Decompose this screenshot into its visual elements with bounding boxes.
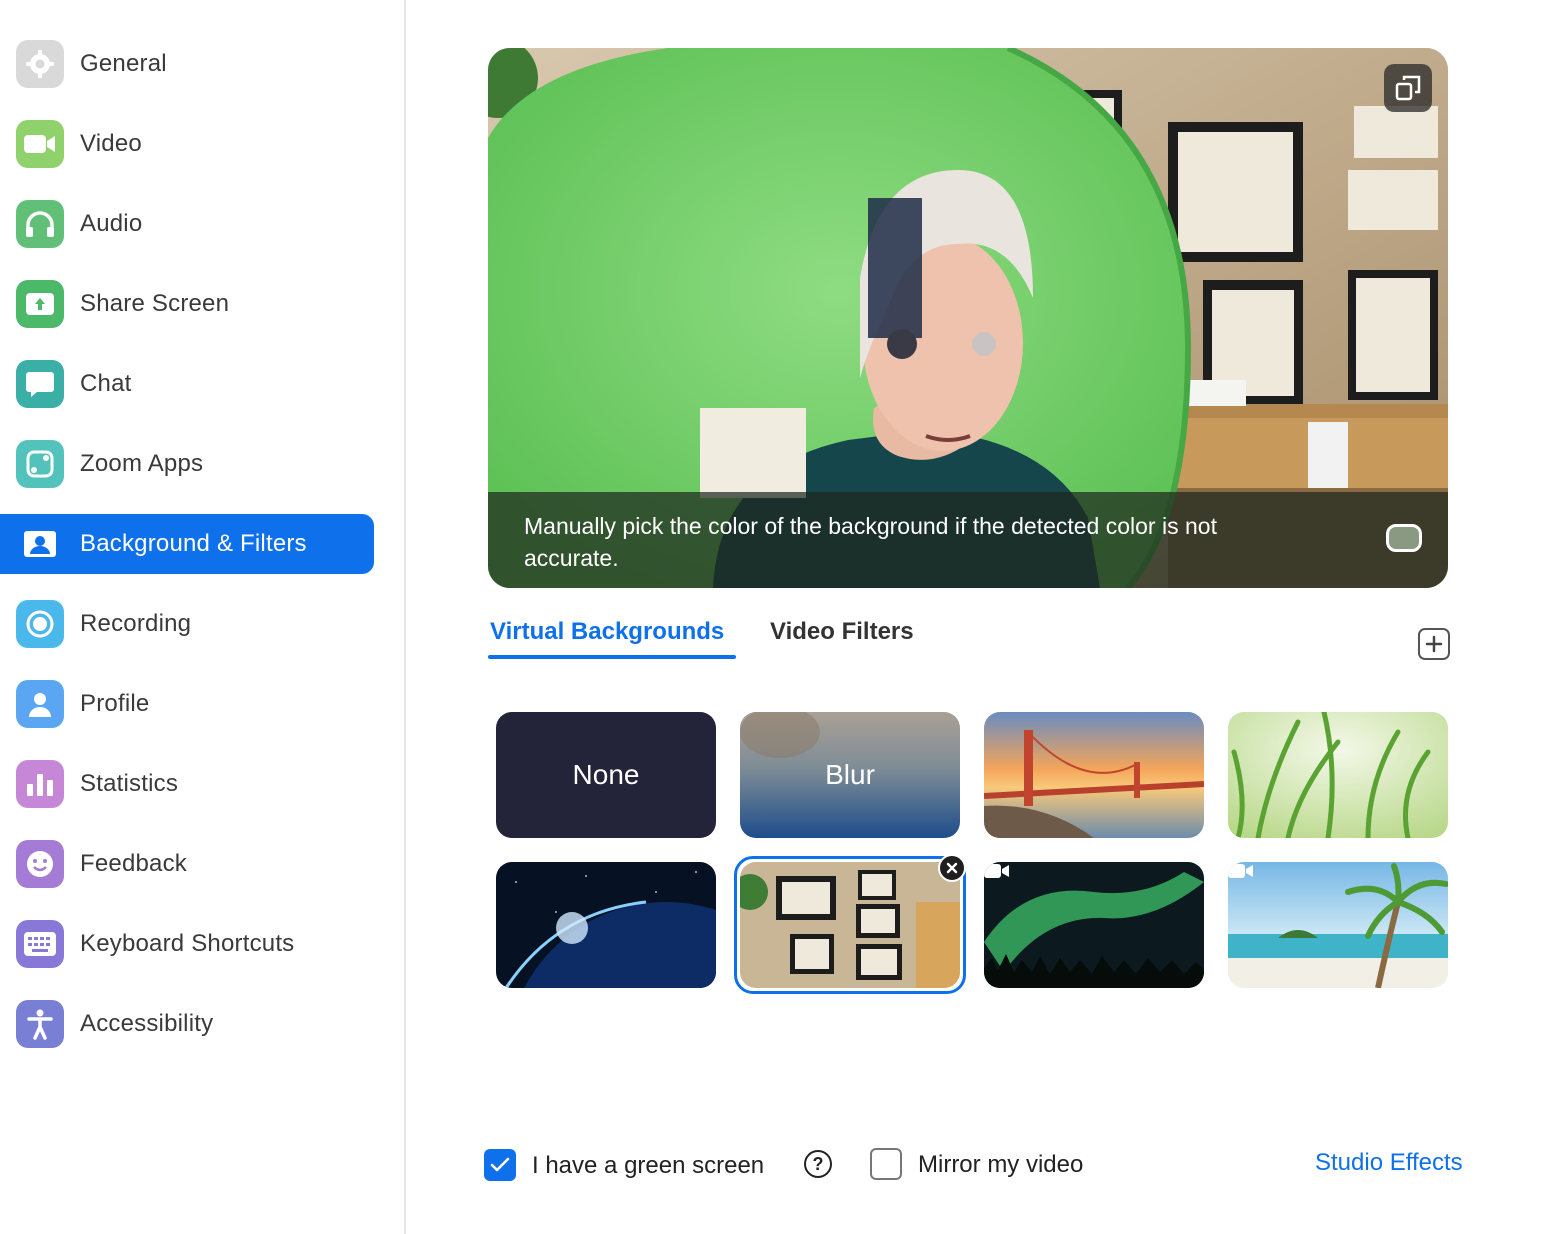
mirror-video-label[interactable]: Mirror my video bbox=[918, 1151, 1083, 1179]
sidebar-item-background-filters[interactable]: Background & Filters bbox=[0, 514, 374, 574]
bar-chart-icon bbox=[16, 760, 64, 808]
background-golden-gate[interactable] bbox=[984, 712, 1204, 838]
mirror-video-checkbox[interactable] bbox=[870, 1148, 902, 1180]
sidebar-item-feedback[interactable]: Feedback bbox=[0, 834, 374, 894]
sidebar-item-audio[interactable]: Audio bbox=[0, 194, 374, 254]
person-card-icon bbox=[16, 520, 64, 568]
question-icon[interactable]: ? bbox=[804, 1150, 832, 1178]
tab-video-filters[interactable]: Video Filters bbox=[770, 618, 914, 646]
close-icon bbox=[946, 862, 958, 874]
beach-thumbnail-image bbox=[1228, 862, 1448, 988]
keyboard-icon bbox=[16, 920, 64, 968]
color-hint-text: Manually pick the color of the backgroun… bbox=[524, 513, 1217, 571]
sidebar-item-general[interactable]: General bbox=[0, 34, 374, 94]
sidebar-item-keyboard-shortcuts[interactable]: Keyboard Shortcuts bbox=[0, 914, 374, 974]
sidebar-item-label: Share Screen bbox=[80, 290, 230, 317]
pop-out-icon[interactable] bbox=[1384, 64, 1432, 112]
sidebar-item-video[interactable]: Video bbox=[0, 114, 374, 174]
color-hint-bar: Manually pick the color of the backgroun… bbox=[488, 492, 1448, 588]
sidebar-item-label: Accessibility bbox=[80, 1010, 214, 1037]
sidebar-item-profile[interactable]: Profile bbox=[0, 674, 374, 734]
video-camera-icon bbox=[16, 120, 64, 168]
profile-icon bbox=[16, 680, 64, 728]
active-tab-indicator bbox=[488, 655, 736, 659]
apps-icon bbox=[16, 440, 64, 488]
sidebar-item-label: Feedback bbox=[80, 850, 187, 877]
sidebar-item-recording[interactable]: Recording bbox=[0, 594, 374, 654]
plus-icon bbox=[1425, 635, 1443, 653]
selected-background-ring bbox=[734, 856, 966, 994]
background-none[interactable]: None bbox=[496, 712, 716, 838]
video-background-icon bbox=[1228, 864, 1253, 878]
sidebar-item-label: Recording bbox=[80, 610, 192, 637]
aurora-thumbnail-image bbox=[984, 862, 1204, 988]
sidebar-item-label: Statistics bbox=[80, 770, 179, 797]
sidebar-item-label: Video bbox=[80, 130, 142, 157]
remove-background-button[interactable] bbox=[938, 854, 966, 882]
sidebar-item-chat[interactable]: Chat bbox=[0, 354, 374, 414]
sidebar-item-label: General bbox=[80, 50, 167, 77]
earth-thumbnail-image bbox=[496, 862, 716, 988]
share-screen-icon bbox=[16, 280, 64, 328]
sidebar-item-label: Zoom Apps bbox=[80, 450, 204, 477]
add-background-button[interactable] bbox=[1418, 628, 1450, 660]
background-label: None bbox=[572, 759, 640, 790]
background-grass[interactable] bbox=[1228, 712, 1448, 838]
record-icon bbox=[16, 600, 64, 648]
sidebar-item-label: Background & Filters bbox=[80, 530, 307, 557]
tab-virtual-backgrounds[interactable]: Virtual Backgrounds bbox=[490, 618, 724, 646]
sidebar-item-label: Audio bbox=[80, 210, 143, 237]
green-screen-checkbox[interactable] bbox=[484, 1149, 516, 1181]
background-blur[interactable]: Blur bbox=[740, 712, 960, 838]
background-aurora[interactable] bbox=[984, 862, 1204, 988]
settings-sidebar: General Video Audio Share Screen Chat Zo… bbox=[0, 0, 406, 1234]
sidebar-item-label: Keyboard Shortcuts bbox=[80, 930, 295, 957]
gear-icon bbox=[16, 40, 64, 88]
sidebar-item-share-screen[interactable]: Share Screen bbox=[0, 274, 374, 334]
background-beach[interactable] bbox=[1228, 862, 1448, 988]
sidebar-item-label: Chat bbox=[80, 370, 132, 397]
video-preview[interactable]: Manually pick the color of the backgroun… bbox=[488, 48, 1448, 588]
checkmark-icon bbox=[490, 1157, 510, 1172]
studio-effects-link[interactable]: Studio Effects bbox=[1315, 1149, 1463, 1177]
grass-thumbnail-image bbox=[1228, 712, 1448, 838]
golden-gate-thumbnail-image bbox=[984, 712, 1204, 838]
video-background-icon bbox=[984, 864, 1009, 878]
background-label: Blur bbox=[825, 759, 875, 790]
chat-bubble-icon bbox=[16, 360, 64, 408]
smiley-icon bbox=[16, 840, 64, 888]
color-swatch-icon[interactable] bbox=[1386, 524, 1422, 552]
background-earth[interactable] bbox=[496, 862, 716, 988]
green-screen-label[interactable]: I have a green screen bbox=[532, 1152, 764, 1180]
accessibility-icon bbox=[16, 1000, 64, 1048]
sidebar-item-zoom-apps[interactable]: Zoom Apps bbox=[0, 434, 374, 494]
sidebar-item-statistics[interactable]: Statistics bbox=[0, 754, 374, 814]
headphones-icon bbox=[16, 200, 64, 248]
sidebar-item-accessibility[interactable]: Accessibility bbox=[0, 994, 374, 1054]
sidebar-item-label: Profile bbox=[80, 690, 150, 717]
